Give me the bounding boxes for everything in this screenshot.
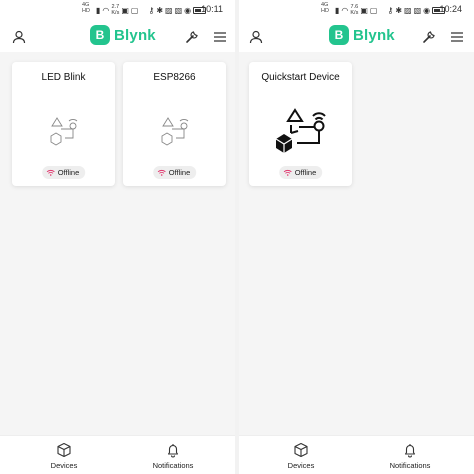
device-card[interactable]: ESP8266 Offline (123, 62, 226, 186)
logo-text: Blynk (353, 26, 395, 44)
left-screen: 4G HD ▮ ◠ 2.7 K/s ▣ ▢ ⚷ ✱ ▨ ▧ ◉ 10:11 B … (0, 0, 235, 474)
device-name: LED Blink (41, 72, 86, 83)
device-illustration-icon (161, 117, 188, 146)
lock-icon: ▢ (130, 6, 139, 15)
device-name: Quickstart Device (261, 72, 340, 83)
device-list: Quickstart Device Offline (239, 52, 474, 435)
wrench-icon[interactable] (418, 26, 440, 48)
status-icons: ▮ ◠ 2.7 K/s ▣ ▢ ⚷ ✱ ▨ ▧ ◉ (96, 4, 207, 16)
wifi-off-icon (46, 169, 55, 176)
bottom-navigation: Devices Notifications (239, 435, 474, 474)
nav-devices[interactable]: Devices (266, 442, 336, 470)
profile-icon[interactable] (8, 26, 30, 48)
nav-notifications[interactable]: Notifications (138, 442, 208, 470)
app-bar: B Blynk (239, 22, 474, 52)
device-list: LED Blink Offline ESP8266 Offline (0, 52, 235, 435)
logo-badge: B (90, 25, 110, 45)
device-illustration-icon (50, 117, 77, 146)
status-badge: Offline (278, 166, 323, 179)
network-indicator: 4G HD (321, 2, 329, 14)
profile-icon[interactable] (245, 26, 267, 48)
logo-text: Blynk (114, 26, 156, 44)
right-screen: 4G HD ▮ ◠ 7.6 K/s ▣ ▢ ⚷ ✱ ▨ ▧ ◉ 10:24 B … (239, 0, 474, 474)
status-badge: Offline (152, 166, 197, 179)
status-bar: 4G HD ▮ ◠ 7.6 K/s ▣ ▢ ⚷ ✱ ▨ ▧ ◉ 10:24 (239, 0, 474, 22)
menu-icon[interactable] (209, 26, 231, 48)
blynk-logo: B Blynk (329, 25, 395, 45)
alarm-icon: ◉ (423, 6, 431, 15)
bottom-navigation: Devices Notifications (0, 435, 235, 474)
image-icon: ▣ (121, 6, 129, 15)
cube-icon (294, 442, 308, 458)
clock: 10:24 (439, 4, 462, 14)
signal-icon: ▮ (335, 6, 340, 15)
wrench-icon[interactable] (181, 26, 203, 48)
bluetooth-icon: ✱ (395, 6, 403, 15)
cube-icon (57, 442, 71, 458)
device-illustration-icon (275, 108, 326, 153)
nfc-icon: ▧ (413, 6, 422, 15)
key-icon: ⚷ (387, 6, 394, 15)
logo-badge: B (329, 25, 349, 45)
bell-icon (404, 444, 416, 458)
status-badge: Offline (41, 166, 86, 179)
device-card[interactable]: Quickstart Device Offline (249, 62, 352, 186)
status-icons: ▮ ◠ 7.6 K/s ▣ ▢ ⚷ ✱ ▨ ▧ ◉ (335, 4, 446, 16)
menu-icon[interactable] (446, 26, 468, 48)
wifi-icon: ◠ (102, 6, 110, 15)
image-icon: ▣ (360, 6, 368, 15)
wifi-off-icon (157, 169, 166, 176)
signal-icon: ▮ (96, 6, 101, 15)
app-bar: B Blynk (0, 22, 235, 52)
device-card[interactable]: LED Blink Offline (12, 62, 115, 186)
clock: 10:11 (201, 4, 223, 14)
blynk-logo: B Blynk (90, 25, 156, 45)
nav-notifications[interactable]: Notifications (375, 442, 445, 470)
mute-icon: ▨ (404, 6, 412, 15)
bluetooth-icon: ✱ (156, 6, 164, 15)
nav-devices[interactable]: Devices (29, 442, 99, 470)
nfc-icon: ▧ (174, 6, 183, 15)
network-indicator: 4G HD (82, 2, 90, 14)
wifi-icon: ◠ (341, 6, 349, 15)
device-name: ESP8266 (153, 72, 196, 83)
alarm-icon: ◉ (184, 6, 192, 15)
mute-icon: ▨ (165, 6, 173, 15)
wifi-off-icon (283, 169, 292, 176)
status-bar: 4G HD ▮ ◠ 2.7 K/s ▣ ▢ ⚷ ✱ ▨ ▧ ◉ 10:11 (0, 0, 235, 22)
bell-icon (167, 444, 179, 458)
lock-icon: ▢ (369, 6, 378, 15)
key-icon: ⚷ (148, 6, 155, 15)
